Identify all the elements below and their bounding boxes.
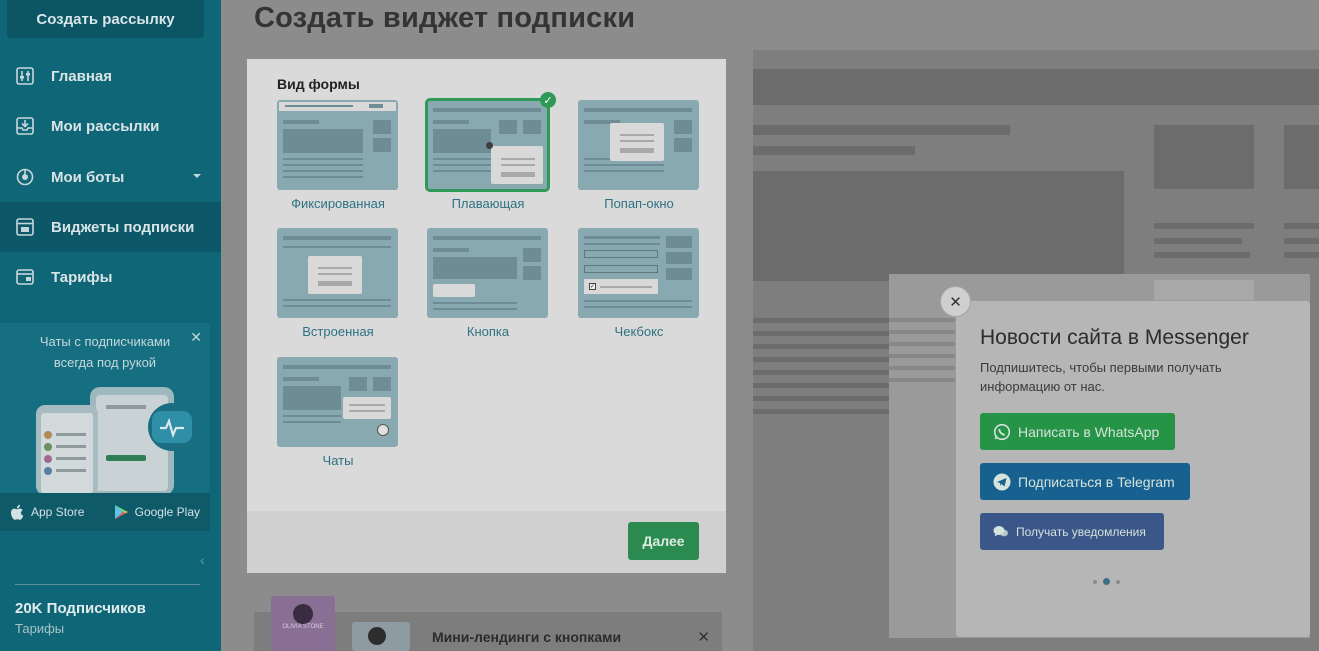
option-button[interactable]: Кнопка [427,228,549,339]
checkbox-thumbnail: ✓ [578,228,699,318]
divider [15,584,200,585]
telegram-button[interactable]: Подписаться в Telegram [980,463,1190,500]
chats-thumbnail [277,357,398,447]
carousel-dot-active[interactable] [1103,578,1110,585]
sliders-icon [16,67,34,85]
store-links: App Store Google Play [0,493,210,531]
whatsapp-icon [993,423,1011,440]
google-play-link[interactable]: Google Play [114,504,200,520]
messenger-label: Получать уведомления [1016,524,1146,539]
apple-icon [11,504,24,520]
option-popup[interactable]: Попап-окно [578,100,700,211]
next-button[interactable]: Далее [628,522,699,560]
sidebar: Создать рассылку Главная Мои рассылки Мо… [0,0,221,651]
app-store-label: App Store [31,505,85,519]
thumb-text: OLIVIA STONE [282,624,324,630]
close-icon[interactable]: ✕ [697,628,710,646]
page-title: Создать виджет подписки [254,2,636,34]
app-promo-banner: Чаты с подписчиками всегда под рукой ✕ A… [0,323,210,531]
bot-icon [16,168,34,186]
embedded-thumbnail [277,228,398,318]
option-chats[interactable]: Чаты [277,357,399,468]
popup-title: Новости сайта в Messenger [980,326,1249,349]
form-type-label: Вид формы [277,76,360,92]
option-label: Фиксированная [291,196,385,211]
sidebar-item-label: Мои рассылки [51,117,160,135]
subscribers-count: 20K Подписчиков [15,600,146,617]
collapse-sidebar-icon[interactable]: ‹ [200,552,205,568]
option-embedded[interactable]: Встроенная [277,228,399,339]
popup-subtitle: Подпишитесь, чтобы первыми получать инфо… [980,360,1222,394]
form-type-card: Вид формы Фиксированная ✓ Плавающая Попа… [247,59,726,573]
telegram-icon [993,473,1011,490]
chevron-down-icon [193,174,201,178]
app-store-link[interactable]: App Store [10,504,84,521]
option-label: Чаты [322,453,354,468]
check-icon: ✓ [540,92,556,108]
create-mailing-button[interactable]: Создать рассылку [7,0,204,38]
option-label: Плавающая [451,196,525,211]
fixed-thumbnail [277,100,398,190]
option-fixed[interactable]: Фиксированная [277,100,399,211]
sidebar-item-mailings[interactable]: Мои рассылки [0,101,221,151]
button-thumbnail [427,228,548,318]
tariff-link[interactable]: Тарифы [15,621,64,636]
sidebar-item-home[interactable]: Главная [0,51,221,101]
option-label: Чекбокс [614,324,664,339]
card-icon [16,268,34,286]
close-icon[interactable]: ✕ [190,329,202,346]
sidebar-item-widgets[interactable]: Виджеты подписки [0,202,221,252]
carousel-dot[interactable] [1116,579,1120,584]
google-play-label: Google Play [134,505,200,519]
carousel-dot[interactable] [1093,579,1097,584]
option-label: Встроенная [302,324,374,339]
mini-landing-title: Мини-лендинги с кнопками [432,629,622,645]
option-label: Попап-окно [604,196,674,211]
carousel-dots [1093,578,1120,585]
chat-bubbles-icon [993,525,1008,536]
whatsapp-label: Написать в WhatsApp [1018,423,1160,440]
sidebar-item-label: Тарифы [51,268,113,286]
inbox-icon [16,117,34,135]
option-label: Кнопка [466,324,510,339]
phone-illustration [36,385,196,495]
messenger-button[interactable]: Получать уведомления [980,513,1164,550]
option-checkbox[interactable]: ✓ Чекбокс [578,228,700,339]
option-floating[interactable]: ✓ Плавающая [425,92,556,211]
sidebar-item-tariffs[interactable]: Тарифы [0,252,221,302]
sidebar-item-label: Мои боты [51,168,125,186]
floating-thumbnail [425,98,550,192]
sidebar-item-bots[interactable]: Мои боты [0,152,221,202]
sidebar-item-label: Главная [51,67,113,85]
whatsapp-button[interactable]: Написать в WhatsApp [980,413,1175,450]
promo-text: Чаты с подписчиками всегда под рукой [39,334,171,370]
popup-thumbnail [578,100,699,190]
subscription-popup: Новости сайта в Messenger Подпишитесь, ч… [956,301,1310,637]
mini-landing-thumbnail-2 [352,622,410,651]
sidebar-item-label: Виджеты подписки [51,218,195,236]
google-play-icon [114,505,128,519]
mini-landing-card[interactable]: OLIVIA STONE Мини-лендинги с кнопками ✕ [254,596,722,651]
mini-landing-thumbnail: OLIVIA STONE [271,596,335,651]
telegram-label: Подписаться в Telegram [1018,473,1175,490]
widget-icon [16,218,34,236]
close-icon[interactable]: ✕ [940,286,971,317]
